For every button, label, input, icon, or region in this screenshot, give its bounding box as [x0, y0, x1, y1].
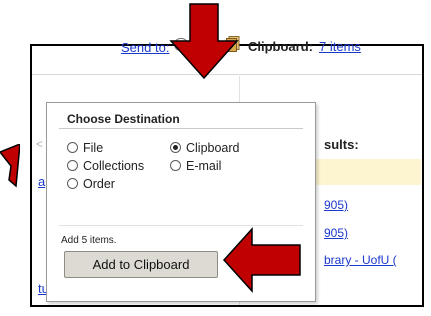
- radio-label: File: [83, 140, 104, 155]
- popup-title: Choose Destination: [67, 112, 180, 126]
- result-link-fragment[interactable]: 905): [324, 226, 348, 240]
- radio-option-email[interactable]: E-mail: [170, 158, 221, 173]
- radio-button-selected[interactable]: [170, 142, 181, 153]
- radio-button[interactable]: [67, 160, 78, 171]
- radio-label: Clipboard: [186, 140, 240, 155]
- down-arrow-annotation-icon: [169, 3, 239, 80]
- radio-option-file[interactable]: File: [67, 140, 103, 155]
- radio-button[interactable]: [67, 178, 78, 189]
- radio-button[interactable]: [170, 160, 181, 171]
- background-left-link-fragment[interactable]: a: [38, 174, 45, 189]
- background-left-fragment: <: [36, 137, 44, 151]
- send-to-link[interactable]: Send to:: [121, 40, 169, 55]
- radio-button[interactable]: [67, 142, 78, 153]
- radio-label: E-mail: [186, 158, 222, 173]
- popup-divider: [59, 128, 303, 129]
- diagonal-arrow-annotation-icon: [0, 144, 20, 188]
- radio-option-order[interactable]: Order: [67, 176, 115, 191]
- result-link-fragment[interactable]: 905): [324, 198, 348, 212]
- results-heading-fragment: sults:: [324, 137, 359, 152]
- left-arrow-annotation-icon: [222, 227, 301, 293]
- radio-label: Collections: [83, 158, 145, 173]
- radio-label: Order: [83, 176, 115, 191]
- add-items-note: Add 5 items.: [61, 235, 117, 246]
- radio-option-clipboard[interactable]: Clipboard: [170, 140, 240, 155]
- result-link-fragment[interactable]: brary - UofU (: [324, 253, 397, 267]
- radio-option-collections[interactable]: Collections: [67, 158, 144, 173]
- add-to-clipboard-button[interactable]: Add to Clipboard: [64, 251, 218, 278]
- clipboard-label: Clipboard:: [248, 39, 313, 54]
- clipboard-items-link[interactable]: 7 items: [319, 39, 361, 54]
